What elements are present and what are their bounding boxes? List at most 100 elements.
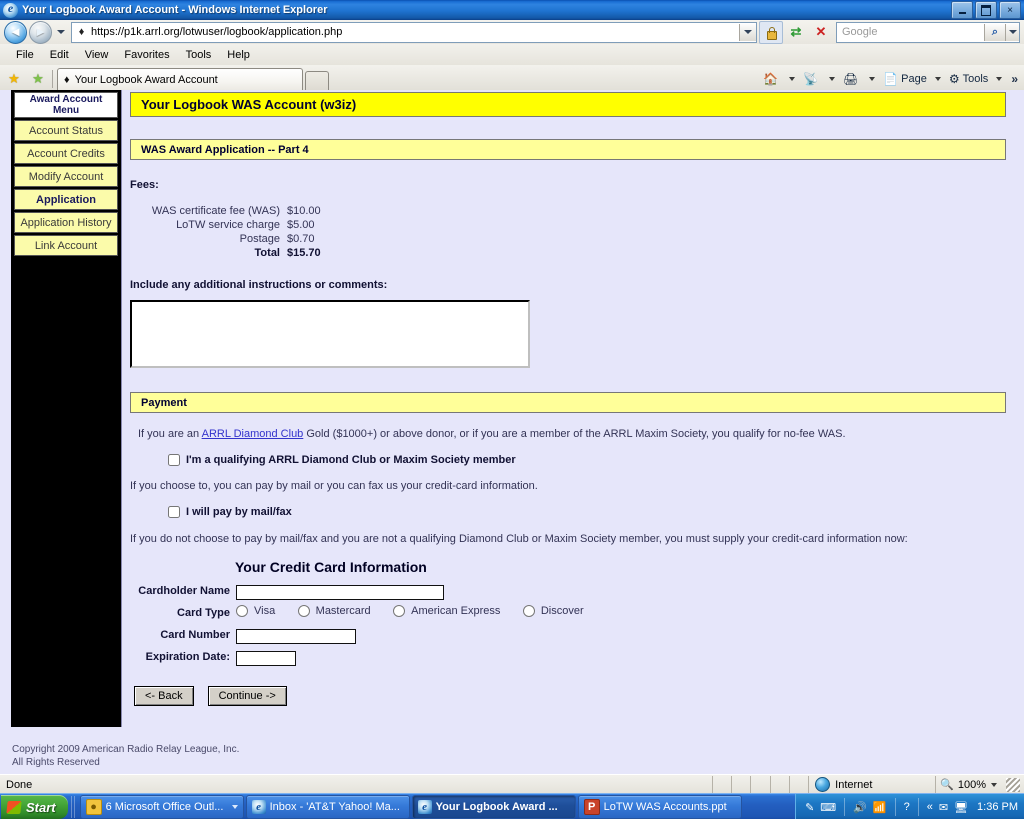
resize-grip[interactable] — [1006, 777, 1020, 792]
american-express-radio[interactable] — [393, 605, 406, 617]
page-menu-label: Page — [901, 72, 927, 85]
zoom-control[interactable]: 🔍 100% — [935, 776, 1024, 793]
network-icon[interactable]: 📶 — [873, 801, 887, 814]
card-type-option-visa[interactable]: Visa — [236, 605, 275, 617]
home-button[interactable]: 🏠 — [760, 72, 784, 86]
add-to-favorites-icon[interactable]: ★ — [28, 68, 48, 88]
volume-icon[interactable]: 🔊 — [853, 801, 867, 814]
expiration-date-input[interactable] — [236, 650, 296, 666]
card-type-option-discover[interactable]: Discover — [522, 605, 584, 617]
fee-amount: $0.70 — [287, 233, 315, 245]
visa-radio[interactable] — [236, 605, 248, 617]
mail-fax-checkbox-row[interactable]: I will pay by mail/fax — [130, 506, 1010, 518]
chevron-down-icon[interactable] — [934, 76, 941, 81]
lock-icon — [766, 26, 777, 40]
chevron-down-icon[interactable] — [996, 76, 1003, 81]
taskbar-item-label: Inbox - 'AT&T Yahoo! Ma... — [269, 801, 400, 813]
page-menu-button[interactable]: 📄 Page — [880, 72, 930, 86]
chevron-down-icon — [744, 30, 752, 34]
menu-view[interactable]: View — [77, 47, 117, 63]
menu-help[interactable]: Help — [219, 47, 258, 63]
browser-viewport: Award Account Menu Account Status Accoun… — [0, 90, 1024, 774]
tray-divider — [844, 798, 846, 816]
chevron-down-icon[interactable] — [231, 805, 238, 809]
tab-your-logbook-award-account[interactable]: ♦ Your Logbook Award Account — [57, 68, 303, 90]
start-button[interactable]: Start — [1, 795, 68, 819]
tools-menu-button[interactable]: ⚙ Tools — [946, 72, 991, 86]
menu-favorites[interactable]: Favorites — [116, 47, 177, 63]
clock[interactable]: 1:36 PM — [977, 801, 1018, 813]
continue-button-form[interactable]: Continue -> — [207, 686, 287, 706]
refresh-button[interactable]: ⇄ — [784, 21, 808, 44]
status-bar: Done Internet 🔍 100% — [0, 774, 1024, 794]
start-button-label: Start — [26, 799, 56, 815]
tablet-input-icon[interactable]: ⌨ — [820, 801, 836, 814]
diamond-club-checkbox[interactable] — [168, 454, 180, 466]
sidebar-item-application-history[interactable]: Application History — [14, 212, 118, 233]
mail-fax-checkbox[interactable] — [168, 506, 180, 518]
card-type-option-american-express[interactable]: American Express — [393, 605, 500, 617]
fees-heading: Fees: — [130, 179, 159, 191]
network-status-icon[interactable]: 🖥 — [954, 801, 968, 814]
maximize-button[interactable] — [975, 1, 997, 19]
minimize-button[interactable] — [951, 1, 973, 19]
card-number-input[interactable] — [236, 628, 356, 644]
internet-explorer-icon: e — [251, 800, 266, 814]
powerpoint-icon: P — [583, 799, 600, 815]
taskbar-item-outlook[interactable]: ● 6 Microsoft Office Outl... — [79, 795, 244, 819]
url-dropdown-button[interactable] — [739, 23, 756, 41]
diamond-club-checkbox-label: I'm a qualifying ARRL Diamond Club or Ma… — [186, 454, 516, 466]
comments-textarea[interactable] — [130, 300, 530, 368]
card-type-option-mastercard[interactable]: Mastercard — [297, 605, 371, 617]
chevron-down-icon[interactable] — [789, 76, 796, 81]
menu-edit[interactable]: Edit — [42, 47, 77, 63]
pen-icon[interactable]: ✎ — [805, 801, 814, 814]
sidebar-item-modify-account[interactable]: Modify Account — [14, 166, 118, 187]
search-go-button[interactable]: ⌕ — [984, 23, 1005, 41]
search-provider-dropdown[interactable] — [1005, 23, 1019, 41]
mail-icon[interactable]: ✉ — [939, 801, 948, 814]
feeds-button[interactable]: 📡 — [800, 72, 824, 86]
stop-button[interactable]: ✕ — [809, 21, 833, 44]
favorites-center-icon[interactable]: ★ — [4, 68, 24, 88]
new-tab-button[interactable] — [305, 71, 329, 90]
security-lock-button[interactable] — [759, 20, 783, 44]
sidebar-heading-line1: Award Account — [29, 94, 103, 105]
status-message: Done — [6, 778, 33, 791]
window-title: Your Logbook Award Account - Windows Int… — [22, 4, 328, 16]
status-cell — [788, 776, 808, 793]
taskbar-item-powerpoint[interactable]: P LoTW WAS Accounts.ppt — [577, 795, 742, 819]
cardholder-name-input[interactable] — [236, 584, 444, 600]
back-button[interactable]: ◄ — [4, 20, 27, 44]
forward-button[interactable]: ► — [29, 20, 52, 44]
menu-file[interactable]: File — [8, 47, 42, 63]
arrl-diamond-club-link[interactable]: ARRL Diamond Club — [202, 428, 304, 440]
mastercard-radio[interactable] — [297, 605, 310, 617]
chevron-down-icon[interactable] — [991, 782, 997, 787]
comments-label: Include any additional instructions or c… — [130, 279, 388, 291]
chevron-down-icon[interactable] — [869, 76, 876, 81]
history-dropdown-button[interactable] — [54, 22, 67, 42]
security-zone-indicator[interactable]: Internet — [808, 776, 935, 793]
search-input[interactable]: Google ⌕ — [836, 21, 1020, 43]
tray-divider — [894, 798, 896, 816]
tray-overflow-icon[interactable]: « — [927, 801, 933, 813]
discover-radio[interactable] — [522, 605, 535, 617]
sidebar-item-link-account[interactable]: Link Account — [14, 235, 118, 256]
chevron-down-icon[interactable] — [828, 76, 835, 81]
close-button[interactable]: × — [999, 1, 1021, 19]
url-input[interactable]: ♦ https://p1k.arrl.org/lotwuser/logbook/… — [71, 21, 757, 43]
diamond-club-checkbox-row[interactable]: I'm a qualifying ARRL Diamond Club or Ma… — [130, 454, 1010, 466]
tab-label: Your Logbook Award Account — [74, 73, 218, 86]
status-cell — [750, 776, 769, 793]
menu-tools[interactable]: Tools — [178, 47, 220, 63]
taskbar-item-inbox[interactable]: e Inbox - 'AT&T Yahoo! Ma... — [245, 795, 410, 819]
taskbar-item-logbook-award[interactable]: e Your Logbook Award ... — [411, 795, 576, 819]
toolbar-overflow-button[interactable]: » — [1007, 72, 1018, 86]
print-button[interactable]: 🖨 — [840, 72, 864, 86]
back-button-form[interactable]: <- Back — [134, 686, 194, 706]
sidebar-item-account-credits[interactable]: Account Credits — [14, 143, 118, 164]
sidebar-item-application[interactable]: Application — [14, 189, 118, 210]
help-icon[interactable]: ? — [904, 801, 910, 813]
sidebar-item-account-status[interactable]: Account Status — [14, 120, 118, 141]
